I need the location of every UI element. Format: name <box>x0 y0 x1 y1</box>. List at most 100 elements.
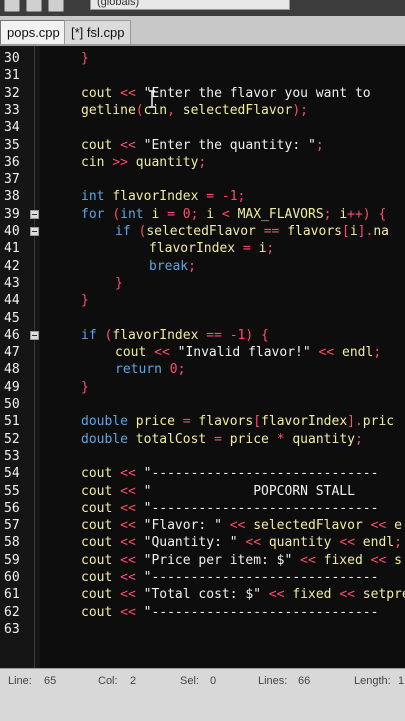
code-token: ; <box>188 258 196 274</box>
line-number: 42 <box>4 258 20 274</box>
status-col-value: 2 <box>130 675 137 687</box>
code-token: pric <box>362 414 395 430</box>
code-token: i <box>339 206 348 222</box>
code-line[interactable]: 57 cout << "Flavor: " << selectedFlavor <… <box>0 517 405 534</box>
fold-toggle-icon[interactable] <box>30 330 39 340</box>
toolbar-button-2[interactable] <box>26 0 42 12</box>
code-token: fixed <box>292 587 340 603</box>
code-line[interactable]: 45 <box>0 310 405 327</box>
code-line[interactable]: 44} <box>0 292 405 309</box>
code-line[interactable]: 55 cout << " POPCORN STALL <box>0 483 405 500</box>
code-text: cout << "Invalid flavor!" << endl; <box>115 344 381 361</box>
code-line[interactable]: 41 flavorIndex = i; <box>0 240 405 257</box>
code-token: ; <box>198 154 207 170</box>
status-sel-value: 0 <box>210 675 217 687</box>
code-token: flavors <box>287 224 342 239</box>
line-number: 46 <box>4 327 20 343</box>
code-token: << <box>120 518 144 534</box>
code-line[interactable]: 33 getline(cin, selectedFlavor); <box>0 102 405 119</box>
code-token: << <box>120 466 144 482</box>
tab-pops-cpp[interactable]: pops.cpp <box>0 20 67 44</box>
code-line[interactable]: 42 break; <box>0 258 405 275</box>
code-token: getline <box>81 102 136 118</box>
tab-fsl-cpp[interactable]: [*] fsl.cpp <box>64 20 132 44</box>
code-line[interactable]: 54 cout << "----------------------------- <box>0 465 405 482</box>
code-token: if <box>81 327 105 343</box>
toolbar-button-1[interactable] <box>4 0 20 12</box>
line-number: 53 <box>4 448 20 464</box>
code-line[interactable]: 48 return 0; <box>0 361 405 378</box>
code-token: << <box>120 500 144 516</box>
code-token: 0 <box>169 362 178 378</box>
line-number: 37 <box>4 172 20 188</box>
code-text: cout << "Total cost: $" << fixed << setp… <box>81 586 405 603</box>
code-token: quantity <box>268 535 340 551</box>
code-token: = <box>182 414 199 430</box>
code-token: selectedFlavor <box>253 518 371 534</box>
code-line[interactable]: 46 if (flavorIndex == -1) { <box>0 327 405 344</box>
code-text: cout << "Enter the flavor you want to <box>81 85 371 102</box>
line-number: 55 <box>4 483 20 499</box>
line-number: 33 <box>4 102 20 118</box>
code-token: "Flavor: " <box>143 518 230 534</box>
code-text: return 0; <box>115 361 185 378</box>
line-number: 60 <box>4 570 20 585</box>
code-line[interactable]: 51 double price = flavors[flavorIndex].pr… <box>0 413 405 430</box>
code-token: } <box>81 51 89 66</box>
code-token: ; <box>394 535 402 551</box>
code-line[interactable]: 62 cout << "----------------------------- <box>0 604 405 621</box>
line-number: 32 <box>4 85 20 101</box>
code-line[interactable]: 39 for (int i = 0; i < MAX_FLAVORS; i++) … <box>0 206 405 223</box>
line-number: 47 <box>4 345 20 361</box>
code-token: << <box>120 587 144 603</box>
status-lines-value: 66 <box>298 675 311 687</box>
code-text: } <box>115 275 123 292</box>
code-text: cout << "Enter the quantity: "; <box>81 137 324 154</box>
toolbar-button-3[interactable] <box>48 0 64 12</box>
code-token: flavorIndex <box>112 327 207 343</box>
code-token: cout <box>81 570 121 585</box>
code-line[interactable]: 32 cout << "Enter the flavor you want to <box>0 85 405 102</box>
scope-dropdown[interactable]: (globals) <box>90 0 290 10</box>
code-line[interactable]: 38 int flavorIndex = -1; <box>0 188 405 205</box>
code-line[interactable]: 61 cout << "Total cost: $" << fixed << se… <box>0 586 405 603</box>
code-token: ; <box>237 189 246 205</box>
code-line[interactable]: 58 cout << "Quantity: " << quantity << en… <box>0 534 405 551</box>
code-editor[interactable]: 30} 31 32 cout << "Enter the flavor you wan… <box>0 46 405 668</box>
code-line[interactable]: 60 cout << "----------------------------- <box>0 569 405 586</box>
code-line[interactable]: 31 <box>0 67 405 84</box>
code-token: ( <box>112 206 121 222</box>
code-line[interactable]: 59 cout << "Price per item: $" << fixed <… <box>0 552 405 569</box>
code-token: setpre <box>362 587 405 603</box>
code-line[interactable]: 49} <box>0 379 405 396</box>
code-line[interactable]: 53 <box>0 448 405 465</box>
code-line[interactable]: 63 <box>0 621 405 638</box>
line-number: 41 <box>4 241 20 257</box>
code-token: << <box>370 552 395 568</box>
code-token: for <box>81 206 113 222</box>
code-token: s <box>394 552 402 568</box>
code-line[interactable]: 37 <box>0 171 405 188</box>
code-line[interactable]: 56 cout << "----------------------------- <box>0 500 405 517</box>
line-number: 34 <box>4 120 20 136</box>
code-token: na <box>373 224 389 239</box>
code-line[interactable]: 47 cout << "Invalid flavor!" << endl; <box>0 344 405 361</box>
status-lines-label: Lines: <box>258 675 288 687</box>
code-token: << <box>120 604 144 620</box>
fold-toggle-icon[interactable] <box>30 227 39 236</box>
code-line[interactable]: 36 cin >> quantity; <box>0 154 405 171</box>
code-line[interactable]: 35 cout << "Enter the quantity: "; <box>0 137 405 154</box>
code-text: for (int i = 0; i < MAX_FLAVORS; i++) { <box>81 206 386 223</box>
code-line[interactable]: 52 double totalCost = price * quantity; <box>0 431 405 448</box>
code-token: "----------------------------- <box>143 466 379 482</box>
fold-toggle-icon[interactable] <box>30 209 39 219</box>
code-line[interactable]: 34 <box>0 119 405 136</box>
code-token: ; <box>177 362 186 378</box>
code-token: << <box>120 483 144 499</box>
code-text: break; <box>149 258 196 275</box>
code-line[interactable]: 30} <box>0 50 405 67</box>
code-line[interactable]: 43} <box>0 275 405 292</box>
code-line[interactable]: 40 if (selectedFlavor == flavors[i].na <box>0 223 405 240</box>
line-number: 40 <box>4 224 20 239</box>
code-line[interactable]: 50 <box>0 396 405 413</box>
